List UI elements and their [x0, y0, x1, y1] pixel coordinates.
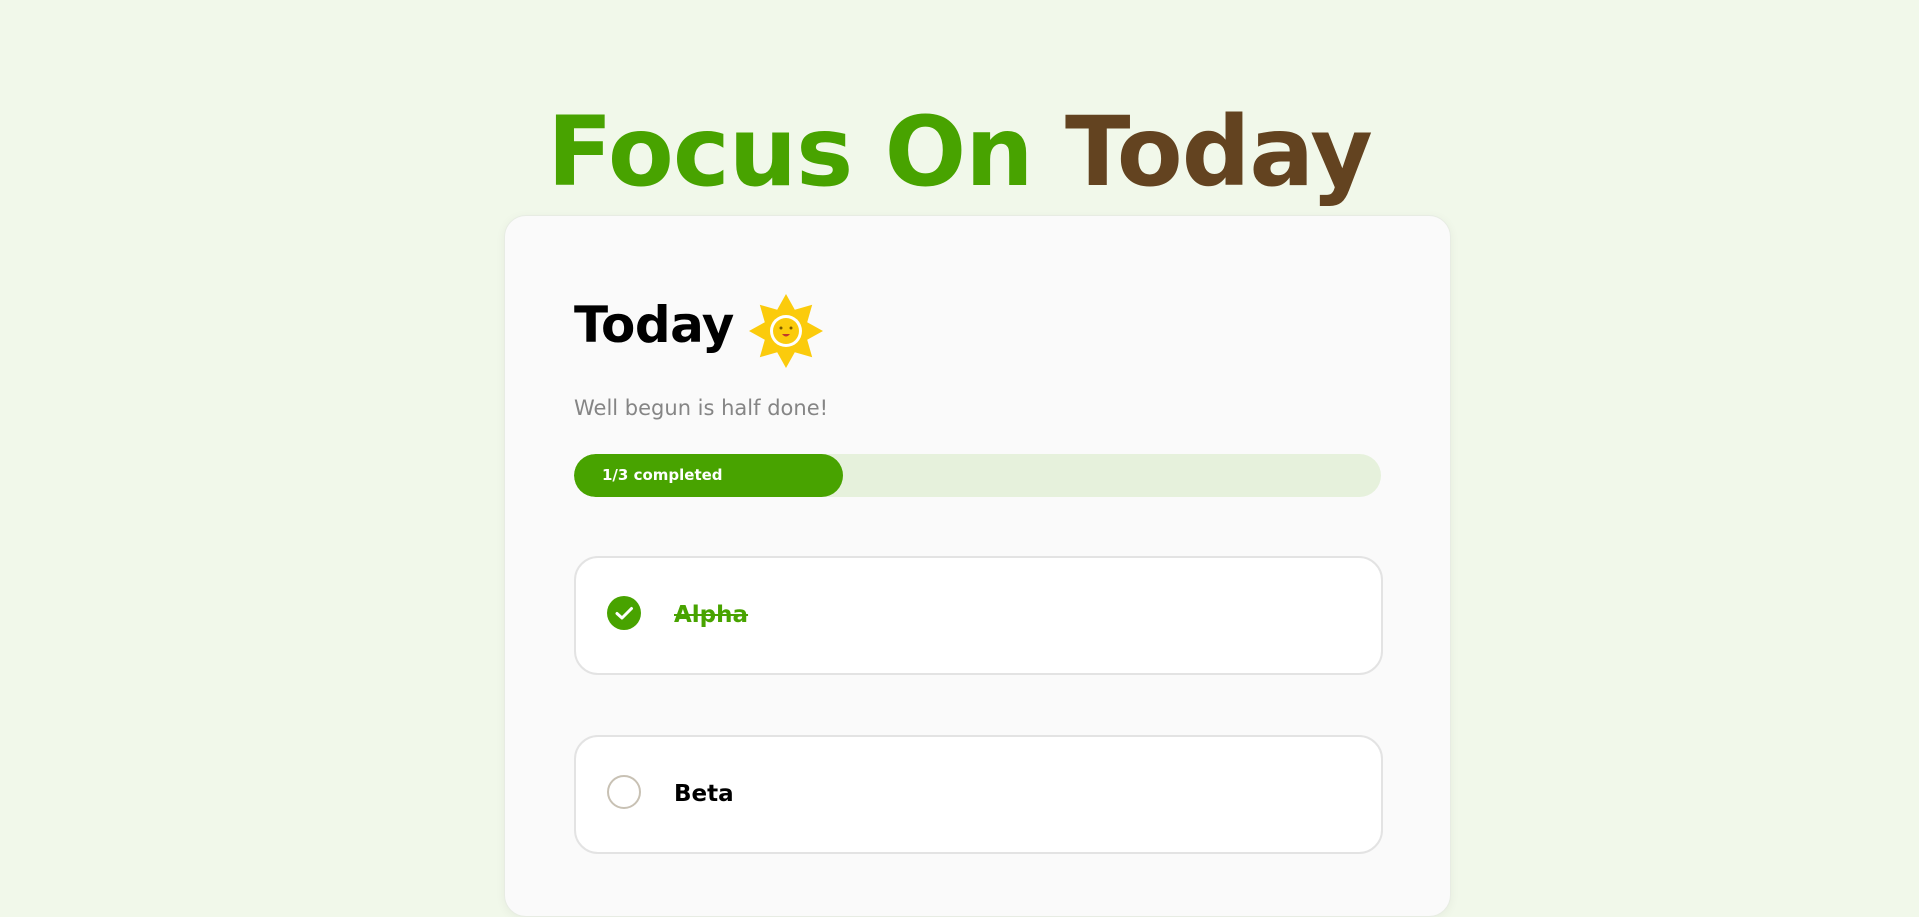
task-label: Alpha	[674, 602, 749, 628]
goals-card: Today Well begun is half done! 1/3 compl…	[504, 215, 1451, 917]
task-item-alpha[interactable]: Alpha	[574, 556, 1383, 675]
app-title-focus-on: Focus On	[547, 96, 1033, 209]
motivational-quote: Well begun is half done!	[574, 396, 829, 420]
task-checkbox-checked[interactable]	[607, 596, 641, 630]
task-label: Beta	[674, 781, 734, 807]
progress-label: 1/3 completed	[602, 466, 723, 484]
checkmark-icon	[615, 607, 633, 620]
card-heading: Today	[574, 296, 734, 354]
app-title-today: Today	[1065, 96, 1373, 209]
task-item-beta[interactable]: Beta	[574, 735, 1383, 854]
app-title: Focus On Today	[0, 92, 1919, 212]
sun-icon	[749, 294, 823, 368]
task-checkbox-unchecked[interactable]	[607, 775, 641, 809]
progress-bar: 1/3 completed	[574, 454, 1381, 497]
